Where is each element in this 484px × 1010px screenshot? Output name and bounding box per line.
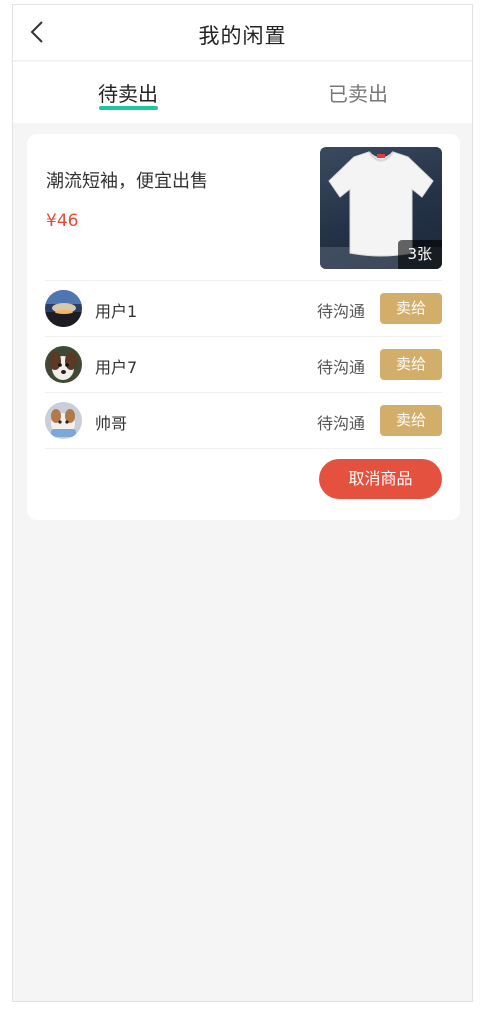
buyer-name: 用户1 bbox=[95, 302, 138, 321]
buyer-status: 待沟通 bbox=[317, 302, 366, 321]
buyer-status: 待沟通 bbox=[317, 358, 366, 377]
sunset-avatar-icon bbox=[45, 290, 82, 327]
tab-bar: 待卖出 已卖出 bbox=[13, 62, 472, 123]
sell-to-button[interactable]: 卖给 bbox=[380, 293, 442, 324]
buyer-row: 用户7 待沟通 卖给 bbox=[27, 336, 460, 392]
top-nav-bar: 我的闲置 bbox=[13, 5, 472, 61]
avatar[interactable] bbox=[45, 346, 82, 383]
product-card: 潮流短袖，便宜出售 ¥46 3张 用户1 待沟通 卖给 用户7 待沟通 卖给 帅… bbox=[27, 134, 460, 520]
cancel-listing-button[interactable]: 取消商品 bbox=[319, 459, 442, 499]
page-title: 我的闲置 bbox=[198, 24, 287, 48]
avatar[interactable] bbox=[45, 402, 82, 439]
buyer-row: 用户1 待沟通 卖给 bbox=[27, 280, 460, 336]
buyer-row: 帅哥 待沟通 卖给 bbox=[27, 392, 460, 448]
dog-avatar-icon bbox=[45, 346, 82, 383]
avatar[interactable] bbox=[45, 290, 82, 327]
app-frame: 我的闲置 待卖出 已卖出 潮流短袖，便宜出售 ¥46 3张 用户1 待沟通 卖给… bbox=[12, 4, 473, 1002]
buyer-status: 待沟通 bbox=[317, 414, 366, 433]
pet-avatar-icon bbox=[45, 402, 82, 439]
product-image[interactable]: 3张 bbox=[320, 147, 442, 269]
sell-to-button[interactable]: 卖给 bbox=[380, 405, 442, 436]
product-title[interactable]: 潮流短袖，便宜出售 bbox=[46, 167, 208, 193]
buyer-name: 帅哥 bbox=[95, 414, 128, 433]
tab-sold[interactable]: 已卖出 bbox=[298, 78, 418, 107]
product-price: ¥46 bbox=[46, 211, 79, 231]
image-count-badge: 3张 bbox=[398, 240, 442, 269]
buyer-name: 用户7 bbox=[95, 358, 138, 377]
tab-pending-sale[interactable]: 待卖出 bbox=[68, 78, 188, 107]
sell-to-button[interactable]: 卖给 bbox=[380, 349, 442, 380]
divider bbox=[45, 448, 442, 449]
active-tab-indicator bbox=[99, 106, 158, 110]
